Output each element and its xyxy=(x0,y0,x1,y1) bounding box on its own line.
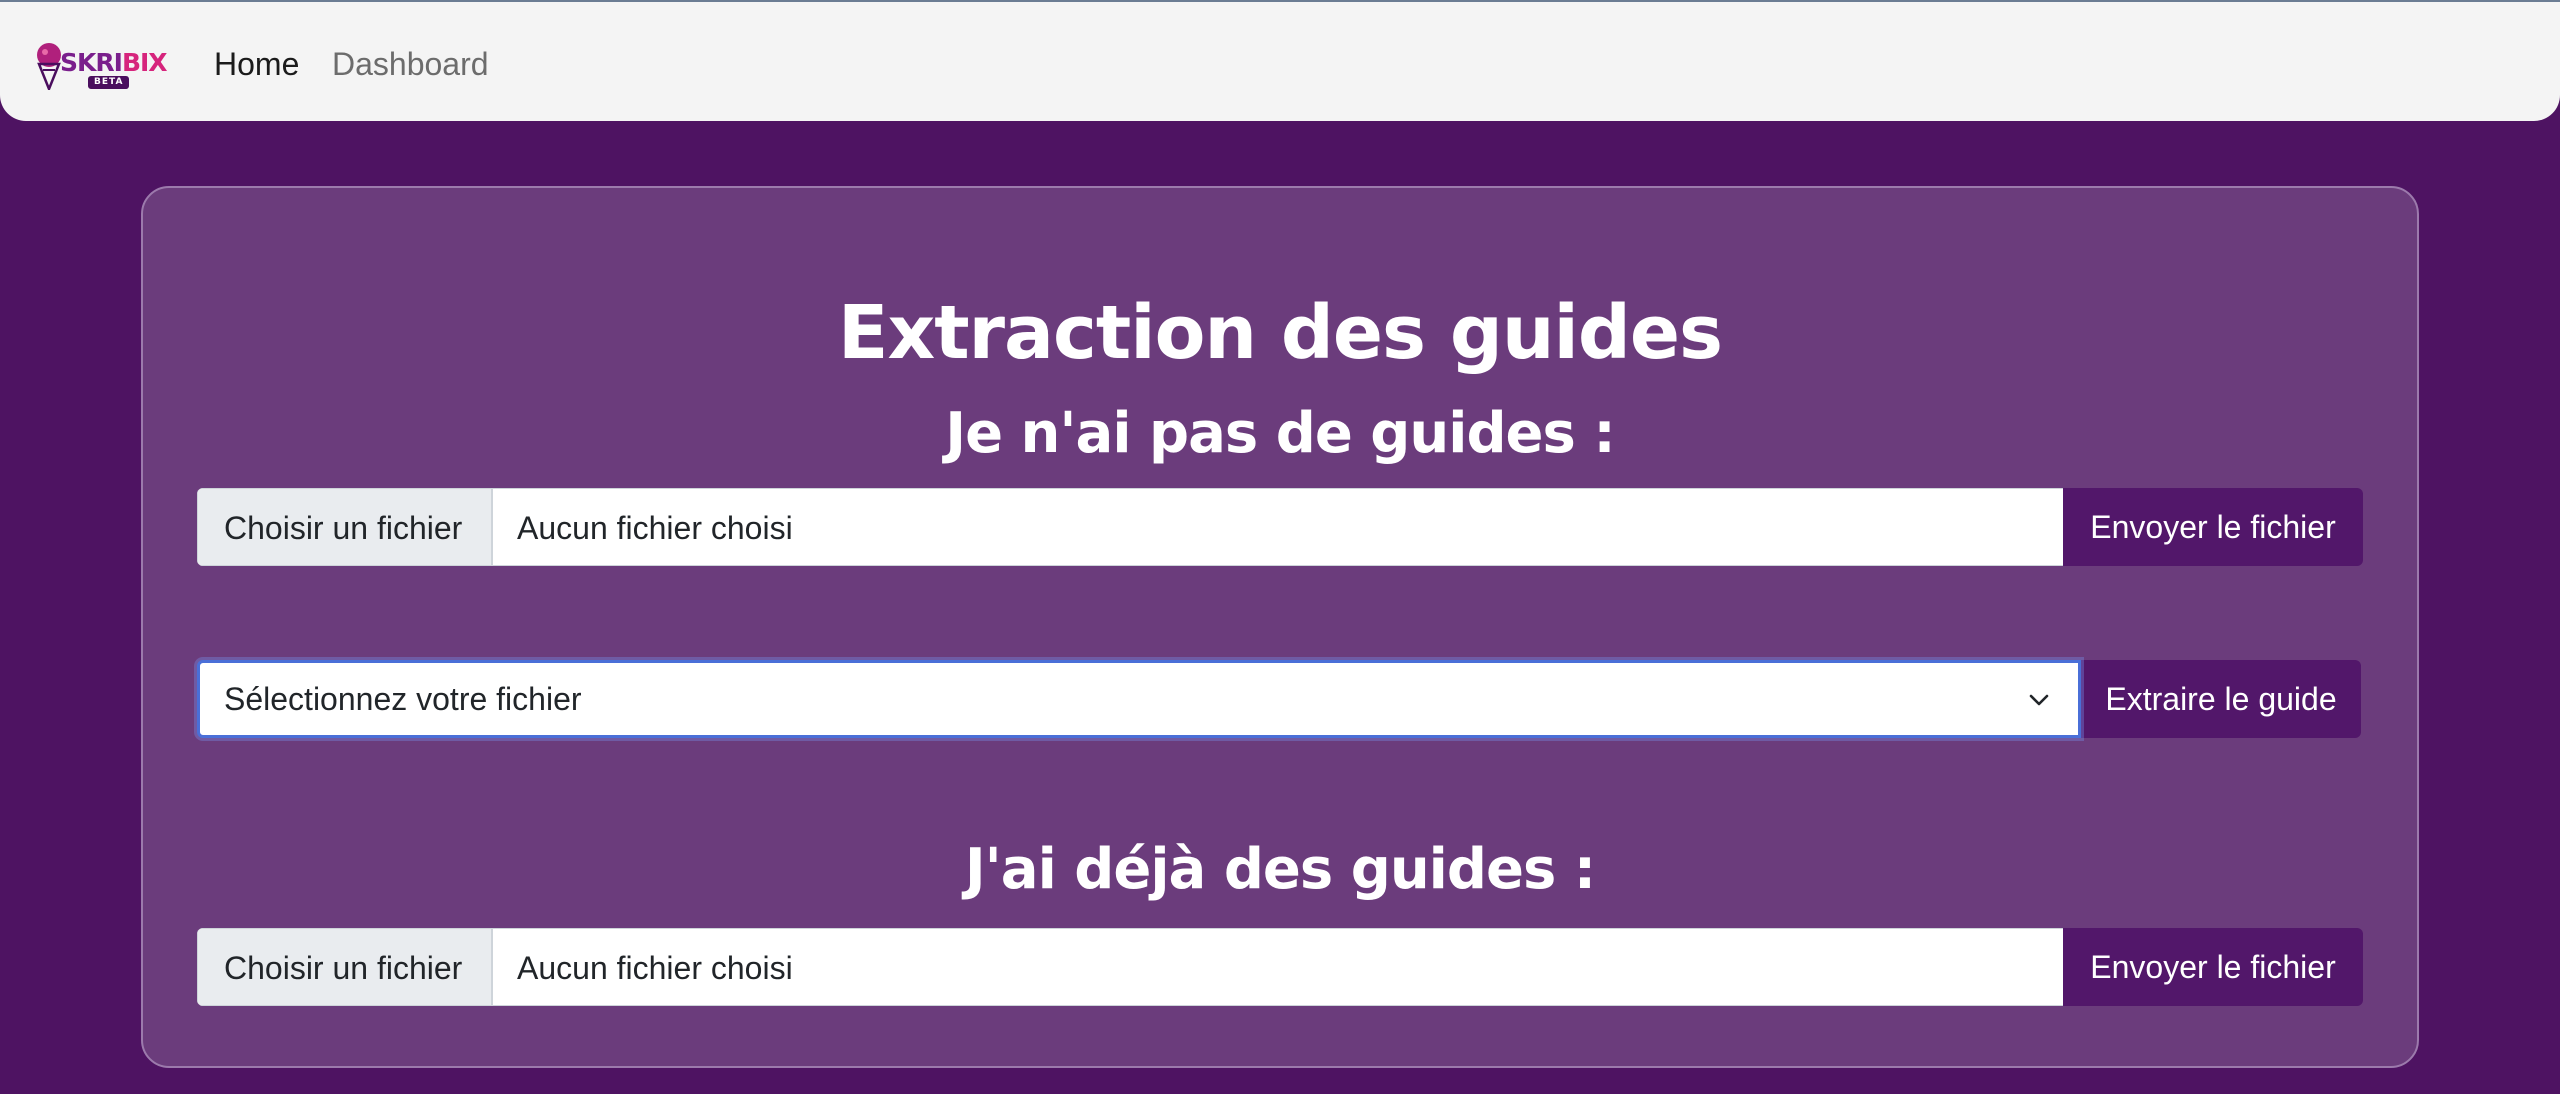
beta-badge: BETA xyxy=(88,76,130,89)
file-select[interactable]: Sélectionnez votre fichier xyxy=(197,660,2081,738)
logo-wordmark: SKRIBIX xyxy=(60,48,168,77)
skribix-logo[interactable]: SKRIBIX BETA xyxy=(34,38,168,92)
nav-home-link[interactable]: Home xyxy=(214,44,299,84)
file-select-value: Sélectionnez votre fichier xyxy=(224,681,582,717)
section-no-guides-title: Je n'ai pas de guides : xyxy=(945,401,1616,466)
upload-form-no-guides: Choisir un fichier Aucun fichier choisi … xyxy=(197,488,2363,566)
upload-form-has-guides: Choisir un fichier Aucun fichier choisi … xyxy=(197,928,2363,1006)
file-name-display[interactable]: Aucun fichier choisi xyxy=(493,928,2063,1006)
extract-guide-button[interactable]: Extraire le guide xyxy=(2081,660,2361,738)
choose-file-button[interactable]: Choisir un fichier xyxy=(197,488,493,566)
send-file-button[interactable]: Envoyer le fichier xyxy=(2063,928,2363,1006)
choose-file-button[interactable]: Choisir un fichier xyxy=(197,928,493,1006)
file-name-display[interactable]: Aucun fichier choisi xyxy=(493,488,2063,566)
extract-form: Sélectionnez votre fichier Extraire le g… xyxy=(197,660,2363,738)
section-has-guides-title: J'ai déjà des guides : xyxy=(964,837,1596,902)
extraction-card: Extraction des guides Je n'ai pas de gui… xyxy=(141,186,2419,1068)
page-title: Extraction des guides xyxy=(837,290,1723,376)
navbar: SKRIBIX BETA Home Dashboard xyxy=(0,0,2560,121)
send-file-button[interactable]: Envoyer le fichier xyxy=(2063,488,2363,566)
nav-dashboard-link[interactable]: Dashboard xyxy=(332,44,489,84)
chevron-down-icon xyxy=(2029,694,2049,706)
